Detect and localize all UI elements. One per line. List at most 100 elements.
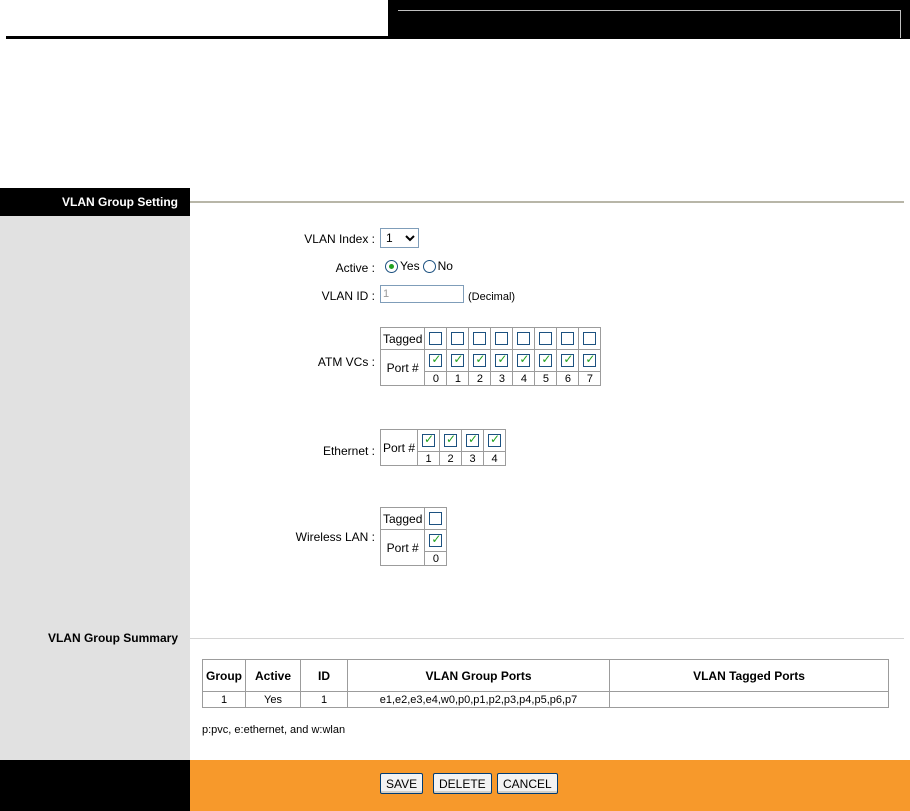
active-no-radio[interactable] [422, 259, 436, 273]
vlan-id-label: VLAN ID : [321, 289, 375, 303]
ethernet-grid: Port # 1 2 3 4 [379, 429, 507, 466]
summary-cell-active: Yes [245, 691, 301, 708]
atm-port-checkbox-6[interactable] [561, 352, 575, 367]
cancel-button[interactable]: CANCEL [497, 773, 558, 794]
atm-tagged-cell [468, 327, 492, 350]
active-yes-label: Yes [400, 259, 420, 273]
summary-cell-id: 1 [300, 691, 348, 708]
footer-left [0, 760, 190, 811]
summary-cell-tagged-ports [609, 691, 889, 708]
atm-tagged-checkbox-4[interactable] [517, 332, 531, 345]
section-title-summary: VLAN Group Summary [47, 631, 178, 645]
atm-tagged-cell [578, 327, 602, 350]
wireless-tagged-cell [424, 507, 448, 530]
atm-port-number: 7 [578, 371, 602, 386]
section-divider [190, 201, 904, 203]
atm-port-checkbox-3[interactable] [495, 352, 509, 367]
section-title-setting: VLAN Group Setting [0, 188, 190, 216]
ethernet-port-cell [483, 429, 507, 452]
vlan-id-input[interactable] [380, 285, 464, 303]
atm-port-checkbox-5[interactable] [539, 352, 553, 367]
port-legend-note: p:pvc, e:ethernet, and w:wlan [202, 724, 346, 736]
atm-tagged-checkbox-2[interactable] [473, 332, 487, 345]
wireless-port-label: Port # [379, 529, 426, 566]
ethernet-port-checkbox-2[interactable] [444, 432, 458, 447]
atm-port-number: 3 [490, 371, 514, 386]
atm-port-checkbox-1[interactable] [451, 352, 465, 367]
ethernet-port-number: 1 [417, 451, 441, 466]
delete-button[interactable]: DELETE [433, 773, 492, 794]
atm-tagged-cell [556, 327, 580, 350]
summary-header-tagged-ports: VLAN Tagged Ports [609, 659, 889, 692]
atm-vcs-label: ATM VCs : [317, 355, 375, 369]
left-column [0, 188, 190, 760]
ethernet-port-cell [461, 429, 485, 452]
summary-header-active: Active [245, 659, 301, 692]
summary-table: Group Active ID VLAN Group Ports VLAN Ta… [202, 659, 889, 708]
active-label: Active : [335, 261, 375, 275]
atm-port-cell [578, 349, 602, 372]
atm-port-label: Port # [379, 349, 426, 386]
vlan-id-hint: (Decimal) [468, 291, 516, 303]
wireless-port-checkbox-0[interactable] [429, 532, 443, 547]
atm-tagged-checkbox-5[interactable] [539, 332, 553, 345]
atm-port-cell [490, 349, 514, 372]
atm-port-cell [446, 349, 470, 372]
wireless-tagged-checkbox-0[interactable] [429, 512, 443, 525]
atm-port-cell [512, 349, 536, 372]
atm-port-cell [424, 349, 448, 372]
active-radio-group: Yes No [385, 259, 453, 273]
atm-port-cell [534, 349, 558, 372]
wireless-lan-label: Wireless LAN : [295, 530, 375, 544]
atm-vcs-grid: Tagged Port # 0 1 2 3 4 5 6 7 [379, 327, 602, 386]
atm-port-number: 0 [424, 371, 448, 386]
atm-tagged-cell [512, 327, 536, 350]
atm-tagged-checkbox-3[interactable] [495, 332, 509, 345]
atm-port-number: 6 [556, 371, 580, 386]
table-row: 1 Yes 1 e1,e2,e3,e4,w0,p0,p1,p2,p3,p4,p5… [202, 691, 889, 708]
atm-tagged-cell [424, 327, 448, 350]
atm-port-checkbox-2[interactable] [473, 352, 487, 367]
atm-tagged-checkbox-7[interactable] [583, 332, 597, 345]
atm-tagged-checkbox-1[interactable] [451, 332, 465, 345]
atm-tagged-checkbox-0[interactable] [429, 332, 443, 345]
vlan-index-label: VLAN Index : [304, 232, 375, 246]
summary-header-group: Group [202, 659, 246, 692]
atm-port-number: 4 [512, 371, 536, 386]
ethernet-port-checkbox-4[interactable] [488, 432, 502, 447]
ethernet-port-number: 3 [461, 451, 485, 466]
atm-tagged-cell [490, 327, 514, 350]
header-bar-frame [398, 10, 901, 38]
save-button[interactable]: SAVE [380, 773, 424, 794]
summary-header-group-ports: VLAN Group Ports [347, 659, 610, 692]
ethernet-port-number: 2 [439, 451, 463, 466]
summary-cell-group-ports: e1,e2,e3,e4,w0,p0,p1,p2,p3,p4,p5,p6,p7 [347, 691, 610, 708]
wireless-grid: Tagged Port # 0 [379, 507, 448, 566]
active-yes-radio[interactable] [385, 259, 398, 273]
atm-tagged-checkbox-6[interactable] [561, 332, 575, 345]
wireless-port-cell [424, 529, 448, 552]
header-rule [6, 36, 388, 39]
atm-port-cell [556, 349, 580, 372]
atm-tagged-cell [534, 327, 558, 350]
summary-header-id: ID [300, 659, 348, 692]
atm-port-checkbox-0[interactable] [429, 352, 443, 367]
ethernet-port-cell [417, 429, 441, 452]
atm-tagged-label: Tagged [379, 327, 426, 350]
atm-port-number: 2 [468, 371, 492, 386]
ethernet-port-checkbox-3[interactable] [466, 432, 480, 447]
ethernet-port-cell [439, 429, 463, 452]
ethernet-port-label: Port # [379, 429, 419, 466]
summary-cell-group: 1 [202, 691, 246, 708]
atm-port-checkbox-7[interactable] [583, 352, 597, 367]
vlan-index-select[interactable]: 1 [380, 228, 419, 248]
atm-port-checkbox-4[interactable] [517, 352, 531, 367]
ethernet-port-checkbox-1[interactable] [422, 432, 436, 447]
wireless-port-number: 0 [424, 551, 448, 566]
ethernet-label: Ethernet : [322, 444, 375, 458]
ethernet-port-number: 4 [483, 451, 507, 466]
summary-divider [190, 638, 904, 639]
wireless-tagged-label: Tagged [379, 507, 426, 530]
atm-port-number: 5 [534, 371, 558, 386]
atm-tagged-cell [446, 327, 470, 350]
